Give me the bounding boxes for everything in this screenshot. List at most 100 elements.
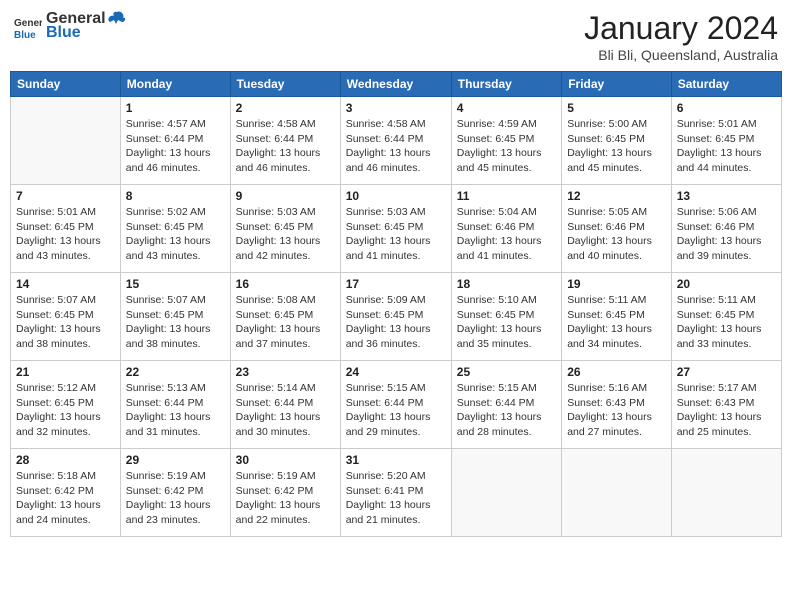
calendar-cell: 22 Sunrise: 5:13 AM Sunset: 6:44 PM Dayli… [120, 361, 230, 449]
calendar-week-row: 21 Sunrise: 5:12 AM Sunset: 6:45 PM Dayli… [11, 361, 782, 449]
day-number: 17 [346, 277, 446, 291]
day-info: Sunrise: 5:16 AM Sunset: 6:43 PM Dayligh… [567, 381, 666, 440]
svg-text:General: General [14, 18, 42, 29]
day-info: Sunrise: 4:59 AM Sunset: 6:45 PM Dayligh… [457, 117, 556, 176]
calendar-cell: 21 Sunrise: 5:12 AM Sunset: 6:45 PM Dayli… [11, 361, 121, 449]
day-info: Sunrise: 5:07 AM Sunset: 6:45 PM Dayligh… [126, 293, 225, 352]
calendar-cell: 28Sunrise: 5:18 AM Sunset: 6:42 PM Dayli… [11, 449, 121, 537]
day-number: 18 [457, 277, 556, 291]
calendar-cell: 1 Sunrise: 4:57 AM Sunset: 6:44 PM Daylig… [120, 97, 230, 185]
calendar-cell: 20 Sunrise: 5:11 AM Sunset: 6:45 PM Dayli… [671, 273, 781, 361]
day-info: Sunrise: 4:58 AM Sunset: 6:44 PM Dayligh… [236, 117, 335, 176]
day-number: 22 [126, 365, 225, 379]
day-info: Sunrise: 5:09 AM Sunset: 6:45 PM Dayligh… [346, 293, 446, 352]
day-number: 1 [126, 101, 225, 115]
calendar-cell: 18 Sunrise: 5:10 AM Sunset: 6:45 PM Dayli… [451, 273, 561, 361]
calendar-week-row: 14 Sunrise: 5:07 AM Sunset: 6:45 PM Dayli… [11, 273, 782, 361]
calendar-cell [11, 97, 121, 185]
day-info: Sunrise: 5:12 AM Sunset: 6:45 PM Dayligh… [16, 381, 115, 440]
logo-bird-icon [108, 10, 126, 28]
calendar-cell: 7Sunrise: 5:01 AM Sunset: 6:45 PM Daylig… [11, 185, 121, 273]
day-info: Sunrise: 5:03 AM Sunset: 6:45 PM Dayligh… [236, 205, 335, 264]
weekday-header-row: SundayMondayTuesdayWednesdayThursdayFrid… [11, 72, 782, 97]
day-info: Sunrise: 5:11 AM Sunset: 6:45 PM Dayligh… [677, 293, 776, 352]
weekday-header-tuesday: Tuesday [230, 72, 340, 97]
weekday-header-friday: Friday [562, 72, 672, 97]
day-info: Sunrise: 5:02 AM Sunset: 6:45 PM Dayligh… [126, 205, 225, 264]
calendar-cell: 6 Sunrise: 5:01 AM Sunset: 6:45 PM Daylig… [671, 97, 781, 185]
day-info: Sunrise: 5:11 AM Sunset: 6:45 PM Dayligh… [567, 293, 666, 352]
calendar-cell: 31 Sunrise: 5:20 AM Sunset: 6:41 PM Dayli… [340, 449, 451, 537]
day-number: 6 [677, 101, 776, 115]
day-number: 31 [346, 453, 446, 467]
day-info: Sunrise: 5:17 AM Sunset: 6:43 PM Dayligh… [677, 381, 776, 440]
day-number: 2 [236, 101, 335, 115]
calendar-cell: 29Sunrise: 5:19 AM Sunset: 6:42 PM Dayli… [120, 449, 230, 537]
day-number: 7 [16, 189, 115, 203]
calendar-table: SundayMondayTuesdayWednesdayThursdayFrid… [10, 71, 782, 537]
day-info: Sunrise: 5:06 AM Sunset: 6:46 PM Dayligh… [677, 205, 776, 264]
calendar-cell: 16 Sunrise: 5:08 AM Sunset: 6:45 PM Dayli… [230, 273, 340, 361]
weekday-header-saturday: Saturday [671, 72, 781, 97]
calendar-cell: 3 Sunrise: 4:58 AM Sunset: 6:44 PM Daylig… [340, 97, 451, 185]
day-info: Sunrise: 5:07 AM Sunset: 6:45 PM Dayligh… [16, 293, 115, 352]
calendar-cell: 8 Sunrise: 5:02 AM Sunset: 6:45 PM Daylig… [120, 185, 230, 273]
calendar-cell: 15 Sunrise: 5:07 AM Sunset: 6:45 PM Dayli… [120, 273, 230, 361]
calendar-cell: 12Sunrise: 5:05 AM Sunset: 6:46 PM Dayli… [562, 185, 672, 273]
svg-text:Blue: Blue [14, 30, 36, 40]
day-number: 30 [236, 453, 335, 467]
weekday-header-wednesday: Wednesday [340, 72, 451, 97]
day-number: 25 [457, 365, 556, 379]
day-info: Sunrise: 4:57 AM Sunset: 6:44 PM Dayligh… [126, 117, 225, 176]
day-number: 23 [236, 365, 335, 379]
day-info: Sunrise: 5:19 AM Sunset: 6:42 PM Dayligh… [236, 469, 335, 528]
day-number: 27 [677, 365, 776, 379]
calendar-cell: 4Sunrise: 4:59 AM Sunset: 6:45 PM Daylig… [451, 97, 561, 185]
day-number: 15 [126, 277, 225, 291]
day-info: Sunrise: 5:15 AM Sunset: 6:44 PM Dayligh… [346, 381, 446, 440]
day-number: 5 [567, 101, 666, 115]
day-info: Sunrise: 5:13 AM Sunset: 6:44 PM Dayligh… [126, 381, 225, 440]
day-info: Sunrise: 4:58 AM Sunset: 6:44 PM Dayligh… [346, 117, 446, 176]
title-block: January 2024 Bli Bli, Queensland, Austra… [584, 10, 778, 63]
page-header: General Blue General Blue January 2024 B… [10, 10, 782, 63]
logo: General Blue General Blue [14, 10, 126, 42]
day-number: 3 [346, 101, 446, 115]
day-number: 16 [236, 277, 335, 291]
calendar-week-row: 7Sunrise: 5:01 AM Sunset: 6:45 PM Daylig… [11, 185, 782, 273]
day-number: 20 [677, 277, 776, 291]
weekday-header-monday: Monday [120, 72, 230, 97]
day-number: 8 [126, 189, 225, 203]
calendar-cell: 24Sunrise: 5:15 AM Sunset: 6:44 PM Dayli… [340, 361, 451, 449]
day-number: 26 [567, 365, 666, 379]
day-info: Sunrise: 5:10 AM Sunset: 6:45 PM Dayligh… [457, 293, 556, 352]
calendar-cell: 27 Sunrise: 5:17 AM Sunset: 6:43 PM Dayli… [671, 361, 781, 449]
day-number: 14 [16, 277, 115, 291]
month-year-title: January 2024 [584, 10, 778, 47]
calendar-cell: 10Sunrise: 5:03 AM Sunset: 6:45 PM Dayli… [340, 185, 451, 273]
calendar-cell: 13Sunrise: 5:06 AM Sunset: 6:46 PM Dayli… [671, 185, 781, 273]
day-info: Sunrise: 5:08 AM Sunset: 6:45 PM Dayligh… [236, 293, 335, 352]
calendar-cell: 14 Sunrise: 5:07 AM Sunset: 6:45 PM Dayli… [11, 273, 121, 361]
day-number: 29 [126, 453, 225, 467]
weekday-header-sunday: Sunday [11, 72, 121, 97]
calendar-cell: 30 Sunrise: 5:19 AM Sunset: 6:42 PM Dayli… [230, 449, 340, 537]
day-info: Sunrise: 5:14 AM Sunset: 6:44 PM Dayligh… [236, 381, 335, 440]
day-info: Sunrise: 5:20 AM Sunset: 6:41 PM Dayligh… [346, 469, 446, 528]
calendar-week-row: 28Sunrise: 5:18 AM Sunset: 6:42 PM Dayli… [11, 449, 782, 537]
day-number: 10 [346, 189, 446, 203]
day-info: Sunrise: 5:15 AM Sunset: 6:44 PM Dayligh… [457, 381, 556, 440]
day-number: 19 [567, 277, 666, 291]
day-number: 11 [457, 189, 556, 203]
calendar-cell: 17 Sunrise: 5:09 AM Sunset: 6:45 PM Dayli… [340, 273, 451, 361]
calendar-cell: 11 Sunrise: 5:04 AM Sunset: 6:46 PM Dayli… [451, 185, 561, 273]
calendar-cell [451, 449, 561, 537]
day-info: Sunrise: 5:04 AM Sunset: 6:46 PM Dayligh… [457, 205, 556, 264]
day-number: 12 [567, 189, 666, 203]
calendar-cell: 2 Sunrise: 4:58 AM Sunset: 6:44 PM Daylig… [230, 97, 340, 185]
day-info: Sunrise: 5:00 AM Sunset: 6:45 PM Dayligh… [567, 117, 666, 176]
day-info: Sunrise: 5:01 AM Sunset: 6:45 PM Dayligh… [677, 117, 776, 176]
day-number: 21 [16, 365, 115, 379]
day-info: Sunrise: 5:18 AM Sunset: 6:42 PM Dayligh… [16, 469, 115, 528]
weekday-header-thursday: Thursday [451, 72, 561, 97]
